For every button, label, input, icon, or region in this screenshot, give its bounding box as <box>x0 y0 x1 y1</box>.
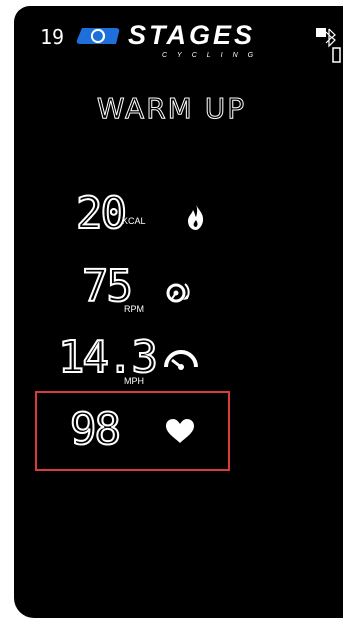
status-icons <box>313 28 343 64</box>
cadence-value: 75 <box>81 261 134 312</box>
heart-rate-highlight-box <box>35 391 230 471</box>
speed-value: 14.3 <box>57 332 159 383</box>
cadence-unit: RPM <box>124 304 144 314</box>
brand-wordmark: STAGES <box>128 20 256 50</box>
ant-bluetooth-status-icon <box>316 28 341 63</box>
stages-logo-mark-icon <box>76 28 120 44</box>
speedometer-icon <box>164 350 198 370</box>
stages-cycling-logo: STAGES CYCLING <box>76 20 292 62</box>
flame-icon <box>188 204 204 230</box>
top-left-number: 19 <box>40 25 65 49</box>
cadence-icon <box>166 283 190 303</box>
calories-value: 20 <box>75 188 128 239</box>
calories-unit: KCAL <box>122 216 146 226</box>
speed-unit: MPH <box>124 376 144 386</box>
brand-subtitle: CYCLING <box>162 52 264 59</box>
workout-phase-title: WARM UP <box>96 92 247 126</box>
